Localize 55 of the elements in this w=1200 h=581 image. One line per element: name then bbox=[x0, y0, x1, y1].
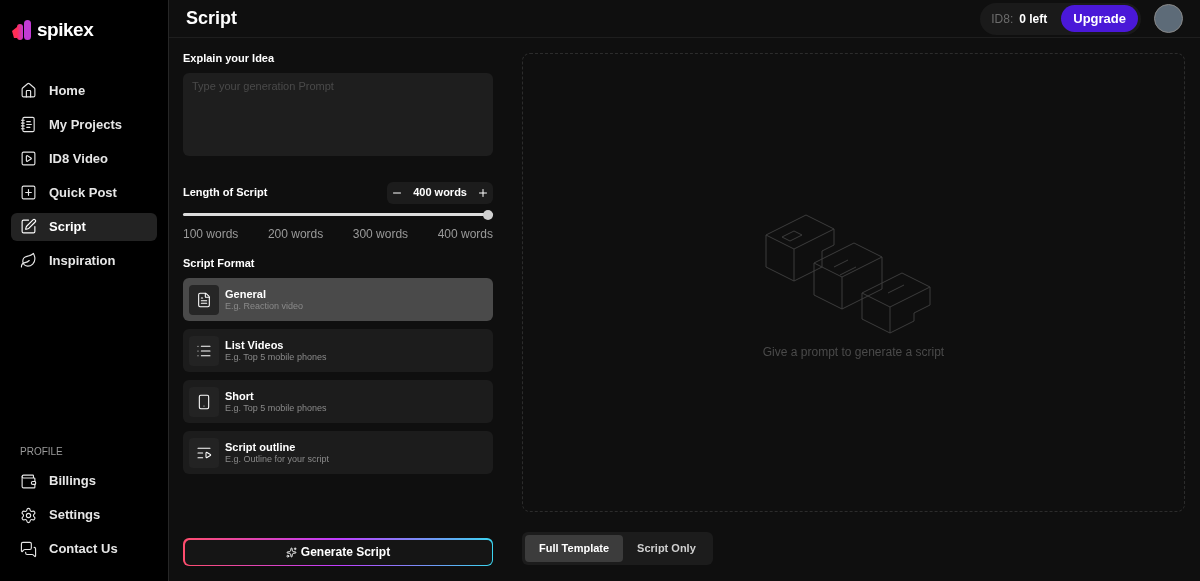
generate-button[interactable]: Generate Script bbox=[183, 538, 493, 566]
format-subtitle: E.g. Top 5 mobile phones bbox=[225, 350, 327, 363]
format-subtitle: E.g. Outline for your script bbox=[225, 453, 330, 465]
sidebar-item[interactable]: ID8 Video bbox=[11, 144, 157, 173]
view-tab[interactable]: Full Template bbox=[525, 535, 624, 562]
field-label: Explain your Idea bbox=[183, 51, 276, 66]
chat-icon bbox=[20, 540, 37, 558]
upgrade-button[interactable]: Upgrade bbox=[1061, 5, 1138, 32]
slider-tick-label: 300 words bbox=[352, 225, 409, 243]
format-subtitle: E.g. Top 5 mobile phones bbox=[225, 401, 327, 414]
plus-icon bbox=[477, 186, 489, 199]
length-slider[interactable] bbox=[183, 209, 493, 220]
slider-tick-label: 400 words bbox=[437, 225, 493, 243]
brand-name: spikex bbox=[37, 18, 94, 42]
credits-value: 0 left bbox=[1019, 10, 1048, 28]
format-subtitle: E.g. Reaction video bbox=[225, 299, 304, 312]
sidebar-item[interactable]: Settings bbox=[11, 501, 157, 529]
word-count-value: 400 words bbox=[413, 185, 467, 201]
notebook-icon bbox=[20, 116, 37, 133]
field-label: Script Format bbox=[183, 255, 256, 271]
leaf-icon bbox=[20, 252, 37, 269]
pen-square-icon bbox=[20, 218, 37, 235]
sidebar-item[interactable]: Billings bbox=[11, 467, 157, 495]
sidebar-item[interactable]: My Projects bbox=[11, 110, 157, 139]
phone-icon bbox=[196, 393, 212, 410]
format-option[interactable]: Script outline E.g. Outline for your script bbox=[183, 431, 493, 474]
view-tab[interactable]: Script Only bbox=[623, 535, 710, 562]
plus-button[interactable] bbox=[477, 186, 489, 199]
sidebar-item[interactable]: Quick Post bbox=[11, 178, 157, 207]
play-square-icon bbox=[20, 150, 37, 167]
wallet-icon bbox=[20, 472, 37, 490]
sidebar-item[interactable]: Inspiration bbox=[11, 246, 157, 275]
slider-tick-label: 200 words bbox=[267, 225, 324, 243]
format-option[interactable]: General E.g. Reaction video bbox=[183, 278, 493, 321]
slider-tick-label: 100 words bbox=[183, 225, 239, 243]
format-title: List Videos bbox=[225, 338, 285, 351]
sidebar-item[interactable]: Contact Us bbox=[11, 535, 157, 563]
sidebar-item[interactable]: Script bbox=[11, 212, 157, 241]
format-title: Short bbox=[225, 389, 255, 402]
format-title: Script outline bbox=[225, 440, 297, 453]
sidebar-item[interactable]: Home bbox=[11, 76, 157, 105]
document-icon bbox=[196, 291, 212, 308]
format-option[interactable]: Short E.g. Top 5 mobile phones bbox=[183, 380, 493, 423]
logo-icon bbox=[12, 18, 34, 43]
sparkle-icon bbox=[285, 546, 297, 558]
plus-square-icon bbox=[20, 184, 37, 201]
avatar[interactable] bbox=[1154, 4, 1183, 33]
home-icon bbox=[20, 82, 37, 99]
field-label: Length of Script bbox=[183, 185, 268, 201]
credits-label: ID8: bbox=[991, 10, 1014, 28]
settings-icon bbox=[20, 506, 37, 524]
page-title: Script bbox=[186, 7, 237, 30]
section-heading: PROFILE bbox=[19, 445, 64, 459]
format-title: General bbox=[225, 287, 267, 300]
format-option[interactable]: List Videos E.g. Top 5 mobile phones bbox=[183, 329, 493, 372]
